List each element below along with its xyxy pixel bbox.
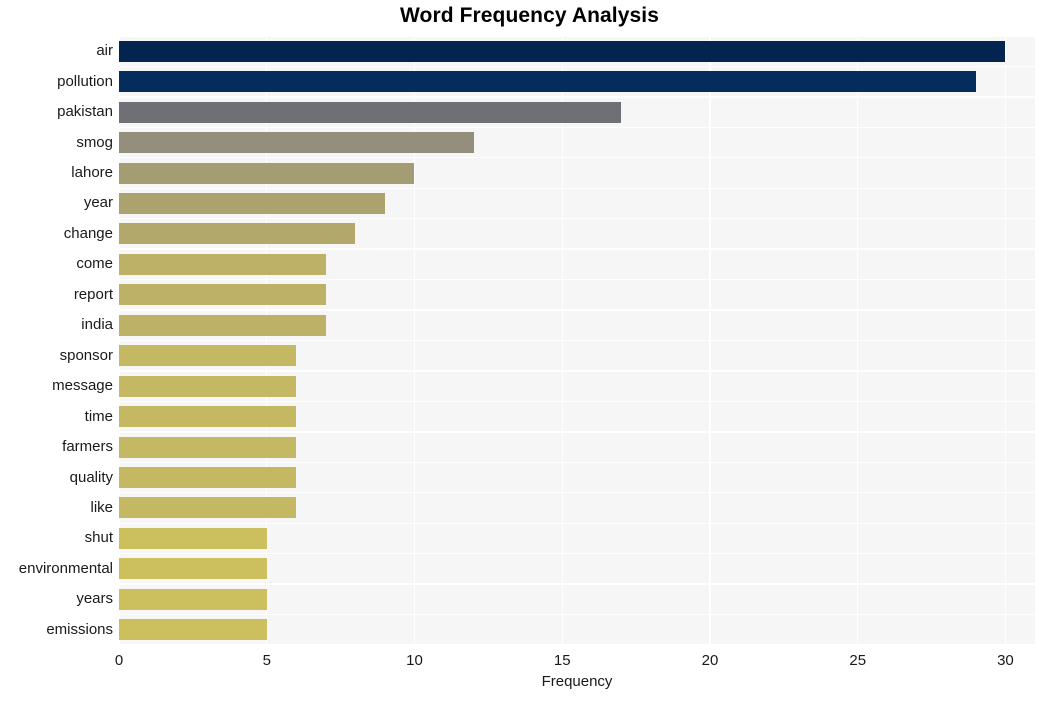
y-axis: air pollution pakistan smog lahore year change… bbox=[0, 36, 113, 645]
x-tick-label: 15 bbox=[553, 652, 571, 669]
bars-layer bbox=[119, 36, 1035, 645]
x-tick-label: 0 bbox=[114, 652, 124, 669]
bar-row bbox=[119, 494, 1035, 522]
bar-row bbox=[119, 159, 1035, 187]
x-axis: 0 5 10 15 20 25 30 bbox=[115, 645, 1035, 675]
bar-row bbox=[119, 555, 1035, 583]
bar-row bbox=[119, 585, 1035, 613]
y-tick-label-sponsor: sponsor bbox=[59, 346, 113, 364]
bar-air[interactable] bbox=[119, 40, 1006, 62]
bar-row bbox=[119, 311, 1035, 339]
bar-come[interactable] bbox=[119, 253, 326, 275]
bar-pollution[interactable] bbox=[119, 71, 976, 93]
bar-row bbox=[119, 524, 1035, 552]
bar-year[interactable] bbox=[119, 192, 385, 214]
x-tick-label: 10 bbox=[406, 652, 423, 669]
y-tick-label-pakistan: pakistan bbox=[57, 103, 113, 121]
bar-farmers[interactable] bbox=[119, 436, 297, 458]
x-tick-label: 5 bbox=[262, 652, 271, 669]
bar-india[interactable] bbox=[119, 314, 326, 336]
bar-row bbox=[119, 372, 1035, 400]
bar-change[interactable] bbox=[119, 223, 356, 245]
bar-report[interactable] bbox=[119, 284, 326, 306]
bar-row bbox=[119, 464, 1035, 492]
bar-environmental[interactable] bbox=[119, 558, 267, 580]
bar-row bbox=[119, 98, 1035, 126]
bar-emissions[interactable] bbox=[119, 619, 267, 641]
plot-area bbox=[118, 35, 1035, 646]
bar-row bbox=[119, 189, 1035, 217]
y-tick-label-lahore: lahore bbox=[71, 164, 113, 182]
bar-row bbox=[119, 129, 1035, 157]
y-tick-label-quality: quality bbox=[69, 468, 113, 486]
bar-lahore[interactable] bbox=[119, 162, 415, 184]
y-tick-label-farmers: farmers bbox=[62, 438, 113, 456]
y-tick-label-like: like bbox=[90, 498, 113, 516]
bar-time[interactable] bbox=[119, 406, 297, 428]
y-tick-label-emissions: emissions bbox=[46, 620, 113, 638]
y-tick-label-shut: shut bbox=[84, 529, 113, 547]
bar-years[interactable] bbox=[119, 588, 267, 610]
y-tick-label-change: change bbox=[63, 224, 113, 242]
bar-row bbox=[119, 281, 1035, 309]
bar-row bbox=[119, 68, 1035, 96]
bar-row bbox=[119, 220, 1035, 248]
chart-title: Word Frequency Analysis bbox=[399, 4, 660, 27]
bar-pakistan[interactable] bbox=[119, 101, 622, 123]
y-tick-label-time: time bbox=[84, 407, 113, 425]
y-tick-label-india: india bbox=[81, 316, 113, 334]
y-tick-label-air: air bbox=[96, 42, 113, 60]
bar-row bbox=[119, 37, 1035, 65]
y-tick-label-environmental: environmental bbox=[18, 559, 113, 577]
bar-quality[interactable] bbox=[119, 467, 297, 489]
x-tick-label: 20 bbox=[701, 652, 719, 669]
bar-row bbox=[119, 403, 1035, 431]
y-tick-label-years: years bbox=[76, 590, 113, 608]
bar-row bbox=[119, 433, 1035, 461]
x-tick-label: 25 bbox=[849, 652, 867, 669]
bar-row bbox=[119, 250, 1035, 278]
bar-row bbox=[119, 342, 1035, 370]
x-axis-label: Frequency bbox=[541, 673, 613, 690]
x-tick-label: 30 bbox=[997, 652, 1014, 669]
y-tick-label-report: report bbox=[73, 285, 113, 303]
bar-sponsor[interactable] bbox=[119, 345, 297, 367]
y-tick-label-year: year bbox=[83, 194, 113, 212]
bar-shut[interactable] bbox=[119, 527, 267, 549]
y-tick-label-message: message bbox=[52, 377, 113, 395]
y-tick-label-pollution: pollution bbox=[57, 72, 113, 90]
chart-figure: Word Frequency Analysis air pollution paki… bbox=[0, 0, 1059, 701]
y-tick-label-come: come bbox=[76, 255, 113, 273]
y-tick-label-smog: smog bbox=[76, 133, 113, 151]
bar-message[interactable] bbox=[119, 375, 297, 397]
bar-row bbox=[119, 616, 1035, 644]
bar-smog[interactable] bbox=[119, 132, 474, 154]
bar-like[interactable] bbox=[119, 497, 297, 519]
